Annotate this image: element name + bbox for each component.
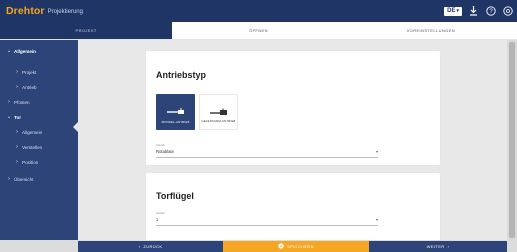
chevron-right-icon: › (16, 129, 18, 135)
chevron-down-icon: ▾ (375, 217, 378, 222)
language-select[interactable]: DE ▾ (444, 6, 462, 16)
chevron-down-icon: ▾ (456, 8, 459, 14)
sidebar-item-label: Allgemein (22, 129, 43, 135)
back-label: ZURÜCK (143, 244, 163, 249)
chevron-left-icon: ‹ (138, 244, 141, 249)
content-scrollbar[interactable] (507, 40, 517, 240)
field-underline (156, 225, 378, 226)
svg-text:?: ? (489, 9, 493, 15)
sidebar-item-allgemein[interactable]: ⌄ Allgemein (0, 45, 78, 57)
sidebar-item-label: Allgemein (14, 48, 36, 54)
tab-projekt[interactable]: PROJEKT (0, 22, 173, 39)
download-icon[interactable] (468, 6, 479, 17)
field-label: Antrieb (156, 143, 165, 147)
save-button[interactable]: SPEICHERN (223, 241, 369, 252)
info-icon[interactable] (502, 6, 513, 17)
chevron-right-icon: › (16, 84, 18, 90)
sidebar-item-label: Verstellen (22, 144, 43, 150)
sidebar-item-projekt[interactable]: › Projekt (0, 66, 78, 78)
chevron-down-icon: ⌄ (6, 114, 12, 120)
option-gelenkarm-antrieb[interactable]: GELENKARM-ANTRIEB (199, 94, 238, 130)
sidebar-item-label: Übersicht (14, 176, 34, 182)
sidebar-item-label: Tor (14, 114, 22, 120)
spindle-drive-icon (166, 103, 186, 121)
language-value: DE (447, 8, 456, 14)
articulated-arm-icon (209, 104, 229, 122)
anzahl-select[interactable]: Anzahl 1 ▾ (156, 211, 378, 226)
sidebar-item-label: Antrieb (22, 84, 37, 90)
back-button[interactable]: ‹ ZURÜCK (78, 241, 223, 252)
chevron-right-icon: › (16, 144, 18, 150)
sidebar-item-position[interactable]: › Position (0, 156, 78, 168)
sidebar-item-verstellen[interactable]: › Verstellen (0, 141, 78, 153)
app-subtitle: Projektierung (47, 9, 83, 15)
main-tabs: PROJEKT ÖFFNEN VOREINSTELLUNGEN (0, 22, 517, 40)
sidebar-item-tor-allgemein[interactable]: › Allgemein (0, 126, 78, 138)
app-header: Drehtor Projektierung DE ▾ ? (0, 0, 517, 22)
save-icon (278, 243, 284, 250)
sidebar-item-antrieb[interactable]: › Antrieb (0, 81, 78, 93)
antrieb-select[interactable]: Antrieb Rotablate ▾ (156, 143, 378, 158)
chevron-down-icon: ▾ (375, 149, 378, 154)
chevron-right-icon: › (8, 176, 10, 182)
header-actions: DE ▾ ? (444, 0, 513, 22)
help-icon[interactable]: ? (485, 6, 496, 17)
main-content: Antriebstyp SPINDEL-ANTRIEB GELENKARM-AN… (78, 40, 507, 240)
card-title: Antriebstyp (156, 70, 207, 80)
sidebar-item-tor[interactable]: ⌄ Tor (0, 111, 78, 123)
sidebar: ⌄ Allgemein › Projekt › Antrieb › Pfoste… (0, 40, 78, 240)
option-spindel-antrieb[interactable]: SPINDEL-ANTRIEB (156, 94, 195, 130)
field-value: Rotablate (156, 149, 174, 154)
sidebar-item-label: Position (22, 159, 39, 165)
antriebstyp-card: Antriebstyp SPINDEL-ANTRIEB GELENKARM-AN… (146, 51, 440, 165)
save-label: SPEICHERN (287, 244, 314, 249)
tab-voreinstellungen[interactable]: VOREINSTELLUNGEN (345, 22, 517, 39)
sidebar-item-label: Pfosten (14, 99, 30, 105)
sidebar-item-pfosten[interactable]: › Pfosten (0, 96, 78, 108)
chevron-right-icon: › (16, 159, 18, 165)
field-value: 1 (156, 217, 159, 222)
brand-logo: Drehtor (6, 5, 45, 17)
sidebar-item-uebersicht[interactable]: › Übersicht (0, 173, 78, 185)
tab-oeffnen[interactable]: ÖFFNEN (172, 22, 344, 39)
footer-nav: ‹ ZURÜCK SPEICHERN WEITER › (0, 240, 517, 252)
torfluegel-card: Torflügel Anzahl 1 ▾ (146, 173, 440, 240)
card-title: Torflügel (156, 191, 194, 201)
sidebar-item-label: Projekt (22, 69, 37, 75)
chevron-right-icon: › (16, 69, 18, 75)
field-label: Anzahl (156, 211, 165, 215)
chevron-right-icon: › (447, 244, 450, 249)
chevron-down-icon: ⌄ (6, 48, 12, 54)
chevron-right-icon: › (8, 99, 10, 105)
field-underline (156, 157, 378, 158)
scrollbar-thumb[interactable] (509, 42, 515, 238)
next-button[interactable]: WEITER › (369, 241, 507, 252)
next-label: WEITER (426, 244, 445, 249)
